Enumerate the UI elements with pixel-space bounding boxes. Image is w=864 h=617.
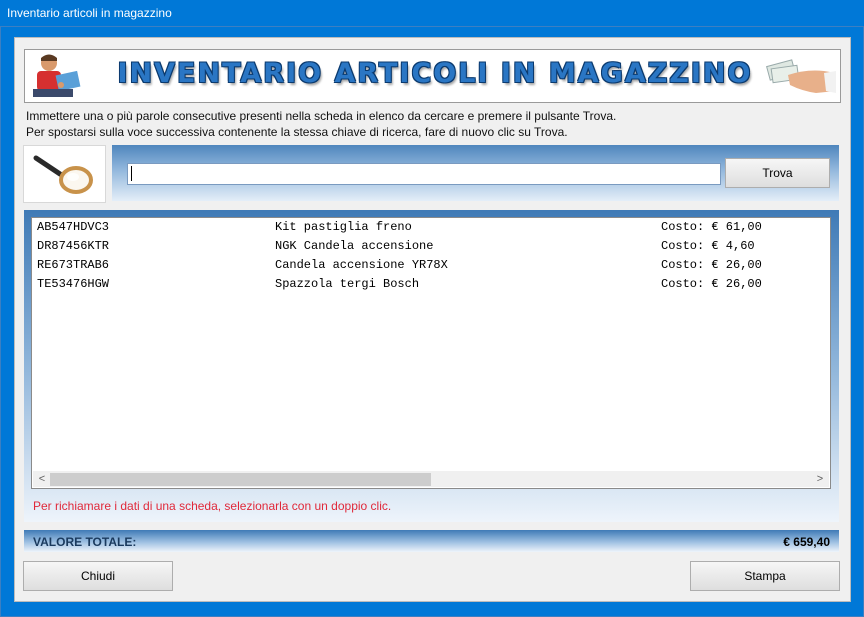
item-cost: Costo: € 61,00: [661, 220, 762, 234]
total-label: VALORE TOTALE:: [33, 535, 137, 549]
find-button[interactable]: Trova: [725, 158, 830, 188]
item-cost: Costo: € 26,00: [661, 277, 762, 291]
item-description: Candela accensione YR78X: [275, 258, 448, 272]
print-button[interactable]: Stampa: [690, 561, 840, 591]
app-banner: INVENTARIO ARTICOLI IN MAGAZZINO: [24, 49, 841, 103]
total-value: € 659,40: [783, 535, 830, 549]
horizontal-scrollbar[interactable]: < >: [33, 471, 829, 487]
item-description: Spazzola tergi Bosch: [275, 277, 420, 291]
worker-reading-icon: [33, 54, 81, 97]
window-title: Inventario articoli in magazzino: [7, 6, 172, 20]
item-code: DR87456KTR: [37, 239, 110, 253]
instruction-line-1: Immettere una o più parole consecutive p…: [26, 109, 617, 123]
money-hand-icon: [766, 59, 836, 93]
magnifier-panel: [23, 145, 106, 203]
search-input[interactable]: [127, 163, 721, 185]
item-description: Kit pastiglia freno: [275, 220, 412, 234]
item-code: RE673TRAB6: [37, 258, 110, 272]
item-cost: Costo: € 26,00: [661, 258, 762, 272]
scroll-right-arrow[interactable]: >: [812, 472, 828, 486]
item-code: AB547HDVC3: [37, 220, 110, 234]
item-cost: Costo: € 4,60: [661, 239, 755, 253]
scrollbar-thumb[interactable]: [50, 473, 431, 486]
item-code: TE53476HGW: [37, 277, 110, 291]
results-list[interactable]: AB547HDVC3 Kit pastiglia freno Costo: € …: [31, 217, 831, 489]
double-click-hint: Per richiamare i dati di una scheda, sel…: [33, 499, 392, 513]
window-titlebar: Inventario articoli in magazzino: [0, 0, 864, 26]
item-description: NGK Candela accensione: [275, 239, 434, 253]
magnifier-icon: [33, 155, 93, 194]
total-bar: VALORE TOTALE: € 659,40: [24, 530, 839, 552]
scroll-left-arrow[interactable]: <: [34, 472, 50, 486]
banner-heading: INVENTARIO ARTICOLI IN MAGAZZINO: [117, 58, 753, 89]
list-item[interactable]: TE53476HGW Spazzola tergi Bosch Costo: €…: [37, 277, 762, 347]
close-button[interactable]: Chiudi: [23, 561, 173, 591]
text-caret: [131, 166, 132, 181]
instruction-line-2: Per spostarsi sulla voce successiva cont…: [26, 125, 568, 139]
